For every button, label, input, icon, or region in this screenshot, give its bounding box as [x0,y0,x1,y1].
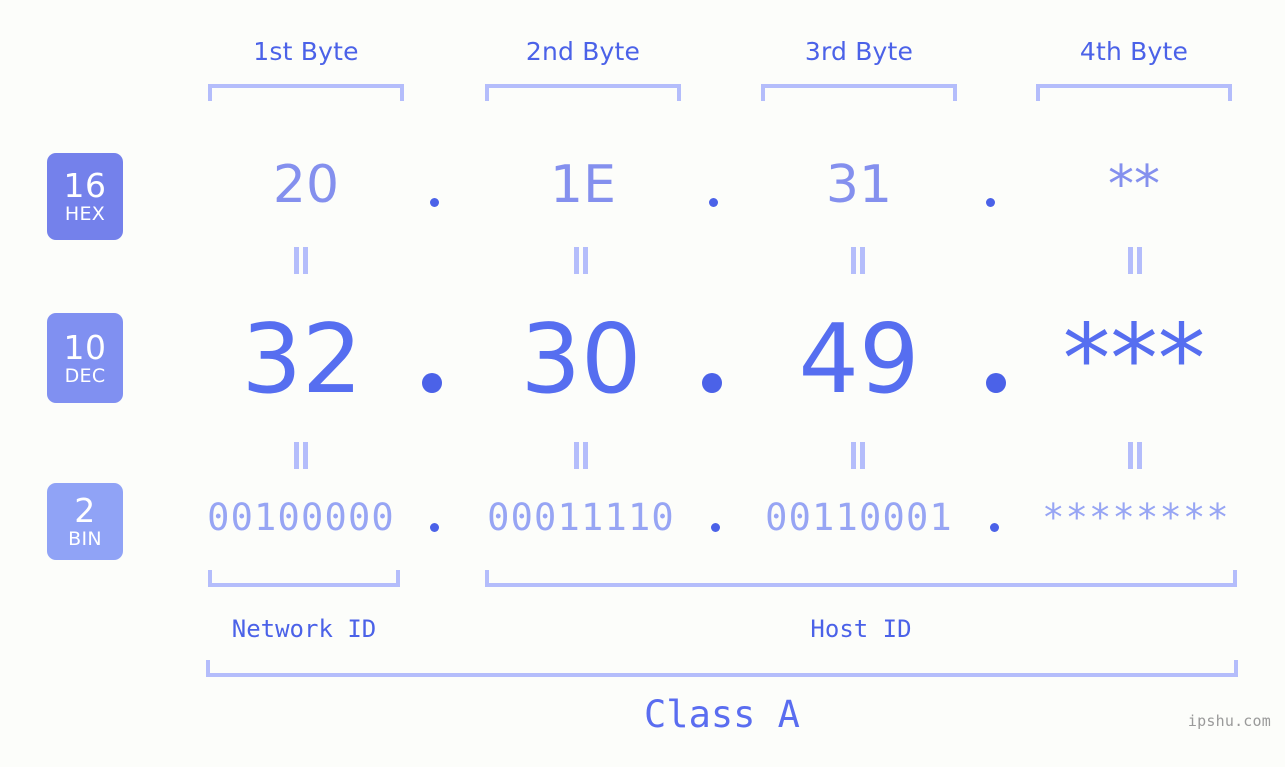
equivalence-marker-dec-bin-1 [292,442,310,469]
class-label: Class A [644,693,800,736]
hex-separator-dot-3 [986,198,995,207]
host-id-label: Host ID [810,615,912,643]
byte-label-4: 4th Byte [1079,37,1189,66]
dec-separator-dot-1 [422,373,442,393]
network-id-bracket [208,570,400,587]
hex-byte-4: ** [1108,155,1160,215]
bin-byte-4: ******** [1042,496,1230,539]
bin-separator-dot-2 [711,523,720,532]
dec-byte-1: 32 [241,305,363,415]
host-id-bracket [485,570,1237,587]
byte-bracket-4 [1036,84,1232,101]
byte-label-2: 2nd Byte [525,37,641,66]
class-bracket [206,660,1238,677]
dec-byte-3: 49 [798,305,920,415]
byte-label-3: 3rd Byte [804,37,914,66]
ip-address-breakdown-diagram: 1st Byte 2nd Byte 3rd Byte 4th Byte 16 H… [0,0,1285,767]
dec-separator-dot-2 [702,373,722,393]
hex-byte-3: 31 [825,155,893,215]
equivalence-marker-dec-bin-3 [849,442,867,469]
bin-byte-2: 00011110 [487,496,675,539]
equivalence-marker-hex-dec-3 [849,247,867,274]
radix-badge-dec: 10 DEC [47,313,123,403]
hex-separator-dot-2 [709,198,718,207]
equivalence-marker-hex-dec-1 [292,247,310,274]
dec-byte-4: *** [1062,305,1206,415]
byte-label-1: 1st Byte [253,37,359,66]
dec-byte-2: 30 [520,305,642,415]
radix-badge-hex-number: 16 [63,166,107,205]
byte-bracket-3 [761,84,957,101]
equivalence-marker-hex-dec-4 [1126,247,1144,274]
radix-badge-dec-number: 10 [63,327,107,367]
bin-separator-dot-1 [430,523,439,532]
equivalence-marker-dec-bin-2 [572,442,590,469]
dec-separator-dot-3 [986,373,1006,393]
watermark: ipshu.com [1187,712,1271,730]
hex-byte-2: 1E [550,155,616,215]
bin-separator-dot-3 [990,523,999,532]
radix-badge-hex-name: HEX [64,203,106,225]
hex-separator-dot-1 [430,198,439,207]
byte-bracket-2 [485,84,681,101]
bin-byte-1: 00100000 [207,496,395,539]
equivalence-marker-hex-dec-2 [572,247,590,274]
network-id-label: Network ID [231,615,377,643]
radix-badge-bin-name: BIN [68,528,102,550]
radix-badge-bin: 2 BIN [47,483,123,560]
radix-badge-hex: 16 HEX [47,153,123,240]
equivalence-marker-dec-bin-4 [1126,442,1144,469]
radix-badge-dec-name: DEC [64,364,106,387]
byte-bracket-1 [208,84,404,101]
radix-badge-bin-number: 2 [74,491,96,530]
bin-byte-3: 00110001 [765,496,953,539]
hex-byte-1: 20 [272,155,340,215]
